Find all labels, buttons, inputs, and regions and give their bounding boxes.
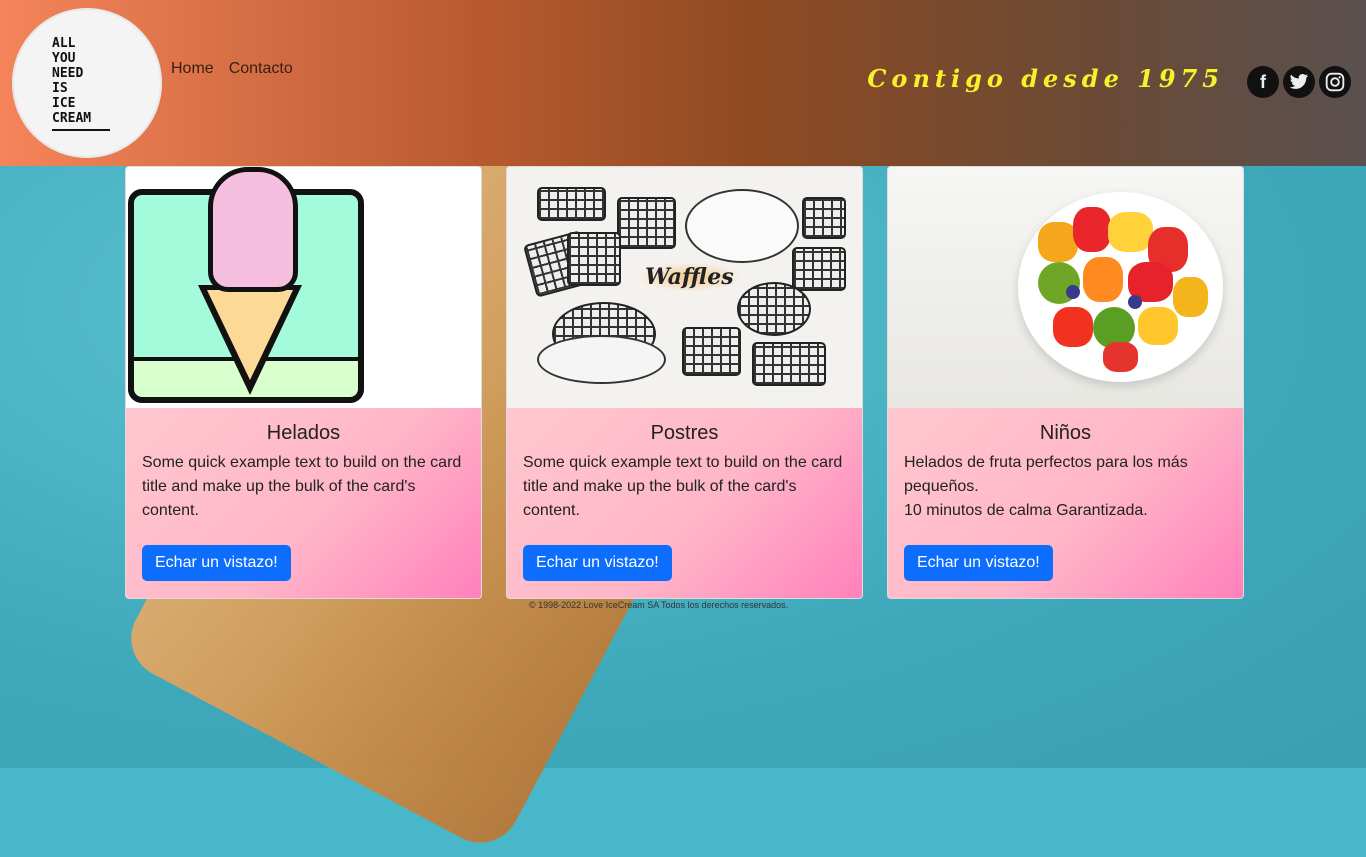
echar-un-vistazo-button[interactable]: Echar un vistazo!: [904, 545, 1053, 581]
logo-text: ALL YOU NEED IS ICE CREAM: [52, 36, 122, 131]
footer-copyright: © 1998-2022 Love IceCream SA Todos los d…: [529, 600, 789, 610]
nav-contacto-link[interactable]: Contacto: [229, 60, 293, 78]
main-nav: Home Contacto: [171, 60, 293, 78]
card-body: Niños Helados de fruta perfectos para lo…: [888, 408, 1243, 598]
waffles-illustration: Waffles: [507, 167, 862, 408]
echar-un-vistazo-button[interactable]: Echar un vistazo!: [523, 545, 672, 581]
card-text: Some quick example text to build on the …: [142, 454, 462, 519]
card-ninos: Niños Helados de fruta perfectos para lo…: [887, 166, 1244, 599]
waffles-label: Waffles: [637, 262, 742, 292]
card-title: Postres: [650, 422, 719, 444]
card-title: Helados: [266, 422, 341, 444]
fruit-bowl-photo: [888, 167, 1243, 408]
card-text: Some quick example text to build on the …: [523, 454, 843, 519]
twitter-icon[interactable]: [1283, 66, 1315, 98]
instagram-icon[interactable]: [1319, 66, 1351, 98]
nav-home-link[interactable]: Home: [171, 60, 214, 78]
echar-un-vistazo-button[interactable]: Echar un vistazo!: [142, 545, 291, 581]
card-body: Postres Some quick example text to build…: [507, 408, 862, 598]
logo[interactable]: ALL YOU NEED IS ICE CREAM: [12, 8, 162, 158]
ice-cream-illustration: [126, 167, 481, 408]
facebook-icon[interactable]: f: [1247, 66, 1279, 98]
site-header: ALL YOU NEED IS ICE CREAM Home Contacto …: [0, 0, 1366, 166]
card-text: Helados de fruta perfectos para los más …: [904, 454, 1188, 519]
slogan: Contigo desde 1975: [867, 64, 1224, 93]
card-helados: Helados Some quick example text to build…: [125, 166, 482, 599]
card-title: Niños: [1039, 422, 1092, 444]
cards-container: Helados Some quick example text to build…: [125, 166, 1244, 599]
social-links: f: [1247, 66, 1351, 98]
card-body: Helados Some quick example text to build…: [126, 408, 481, 598]
card-postres: Waffles Postres Some quick example text …: [506, 166, 863, 599]
arrow-icon: [52, 128, 110, 131]
